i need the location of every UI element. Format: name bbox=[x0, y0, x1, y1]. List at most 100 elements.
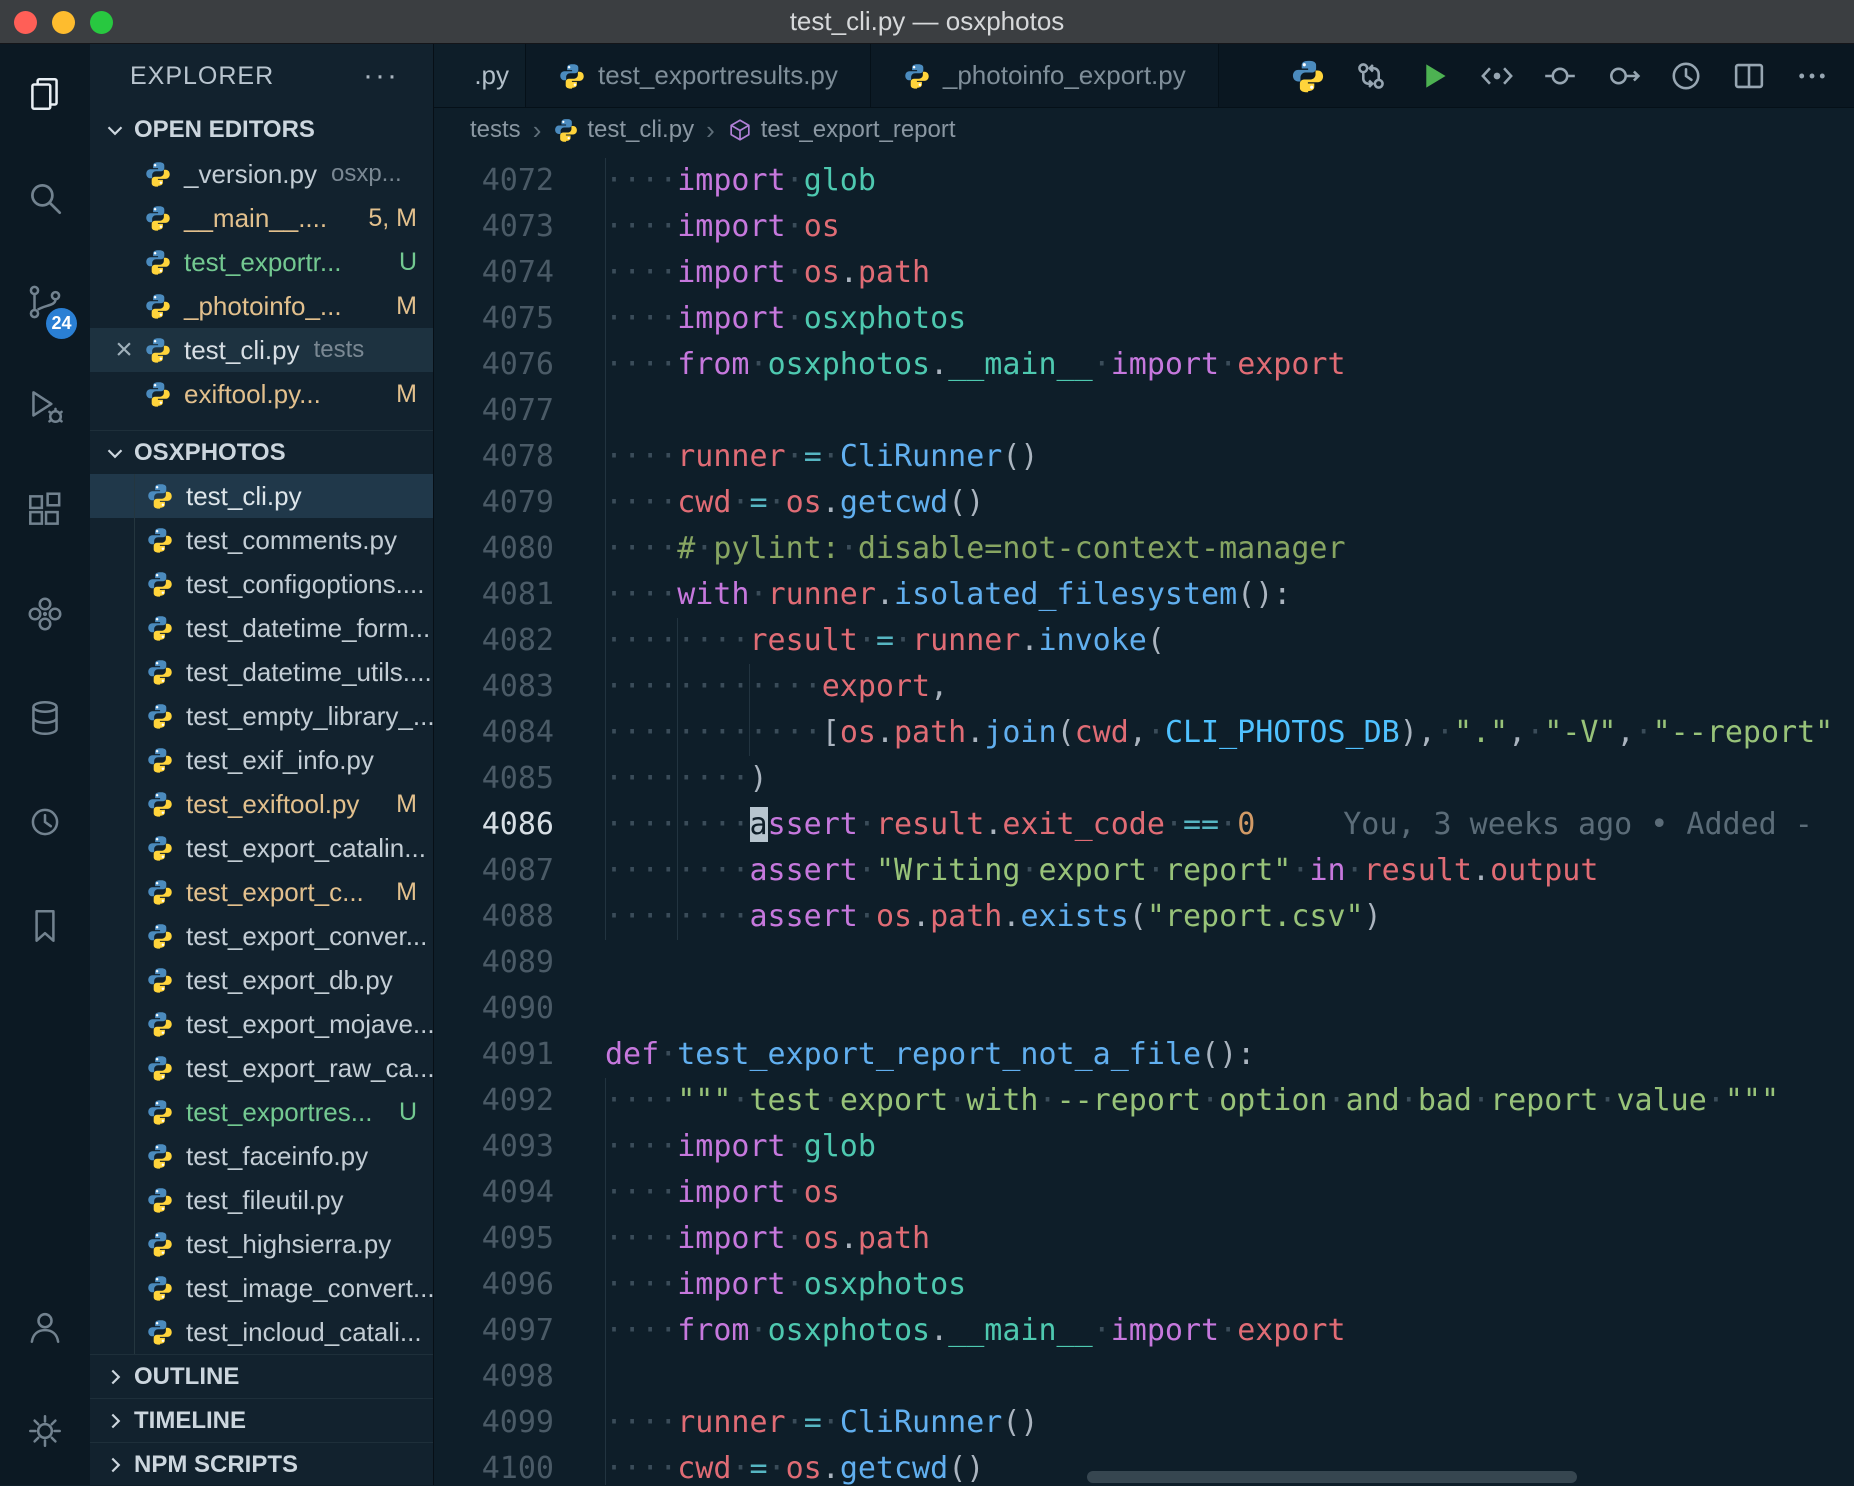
tab-test_exportresults.py[interactable]: test_exportresults.py bbox=[526, 44, 871, 107]
file-list-item[interactable]: test_export_catalin... bbox=[90, 826, 433, 870]
line-number[interactable]: 4090 bbox=[434, 986, 605, 1032]
code-line-content[interactable]: ········assert·result.exit_code·==·0You,… bbox=[605, 802, 1854, 848]
line-number[interactable]: 4097 bbox=[434, 1308, 605, 1354]
project-section-header[interactable]: OSXPHOTOS bbox=[90, 430, 433, 474]
file-list-item[interactable]: test_export_c...M bbox=[90, 870, 433, 914]
line-number[interactable]: 4079 bbox=[434, 480, 605, 526]
code-line-content[interactable]: ····import·os.path bbox=[605, 250, 1854, 296]
code-line-content[interactable]: ····from·osxphotos.__main__·import·expor… bbox=[605, 342, 1854, 388]
line-number[interactable]: 4083 bbox=[434, 664, 605, 710]
close-icon[interactable]: × bbox=[104, 333, 144, 367]
code-line-content[interactable]: ····import·osxphotos bbox=[605, 296, 1854, 342]
section-timeline[interactable]: TIMELINE bbox=[90, 1398, 433, 1442]
file-list-item[interactable]: test_faceinfo.py bbox=[90, 1134, 433, 1178]
code-line[interactable]: 4084············[os.path.join(cwd,·CLI_P… bbox=[434, 710, 1854, 756]
code-line[interactable]: 4093····import·glob bbox=[434, 1124, 1854, 1170]
file-history-icon[interactable] bbox=[1668, 58, 1704, 94]
code-line-content[interactable] bbox=[605, 986, 1854, 1032]
clock-activity-button[interactable] bbox=[0, 772, 90, 876]
code-line[interactable]: 4099····runner·=·CliRunner() bbox=[434, 1400, 1854, 1446]
code-line[interactable]: 4092····"""·test·export·with·--report·op… bbox=[434, 1078, 1854, 1124]
code-line-content[interactable]: ········result·=·runner.invoke( bbox=[605, 618, 1854, 664]
line-number[interactable]: 4098 bbox=[434, 1354, 605, 1400]
code-line[interactable]: 4072····import·glob bbox=[434, 158, 1854, 204]
code-line[interactable]: 4098 bbox=[434, 1354, 1854, 1400]
code-line-content[interactable]: ····import·glob bbox=[605, 1124, 1854, 1170]
line-number[interactable]: 4095 bbox=[434, 1216, 605, 1262]
line-number[interactable]: 4092 bbox=[434, 1078, 605, 1124]
code-line-content[interactable]: ····import·os.path bbox=[605, 1216, 1854, 1262]
arrow-circle-icon[interactable] bbox=[1605, 58, 1641, 94]
file-list-item[interactable]: test_cli.py bbox=[90, 474, 433, 518]
line-number[interactable]: 4082 bbox=[434, 618, 605, 664]
angle-dot-icon[interactable] bbox=[1479, 58, 1515, 94]
file-list-item[interactable]: test_datetime_utils.... bbox=[90, 650, 433, 694]
line-number[interactable]: 4081 bbox=[434, 572, 605, 618]
breadcrumb-test_cli.py[interactable]: test_cli.py bbox=[553, 116, 694, 144]
code-line[interactable]: 4079····cwd·=·os.getcwd() bbox=[434, 480, 1854, 526]
code-line[interactable]: 4094····import·os bbox=[434, 1170, 1854, 1216]
code-line-content[interactable]: ····cwd·=·os.getcwd() bbox=[605, 480, 1854, 526]
code-line-content[interactable] bbox=[605, 388, 1854, 434]
code-line-content[interactable]: ····import·os bbox=[605, 1170, 1854, 1216]
code-line[interactable]: 4082········result·=·runner.invoke( bbox=[434, 618, 1854, 664]
code-line[interactable]: 4073····import·os bbox=[434, 204, 1854, 250]
search-activity-button[interactable] bbox=[0, 148, 90, 252]
file-list-item[interactable]: test_exif_info.py bbox=[90, 738, 433, 782]
explorer-activity-button[interactable] bbox=[0, 44, 90, 148]
code-line-content[interactable]: ············[os.path.join(cwd,·CLI_PHOTO… bbox=[605, 710, 1854, 756]
database-activity-button[interactable] bbox=[0, 668, 90, 772]
more-actions-icon[interactable] bbox=[1794, 58, 1830, 94]
open-editor-item[interactable]: ×_photoinfo_...M bbox=[90, 284, 433, 328]
line-number[interactable]: 4099 bbox=[434, 1400, 605, 1446]
code-line-content[interactable]: ········assert·"Writing·export·report"·i… bbox=[605, 848, 1854, 894]
section-npm-scripts[interactable]: NPM SCRIPTS bbox=[90, 1442, 433, 1485]
account-activity-button[interactable] bbox=[0, 1277, 90, 1381]
horizontal-scrollbar[interactable] bbox=[1087, 1471, 1577, 1483]
file-list-item[interactable]: test_image_convert... bbox=[90, 1266, 433, 1310]
file-list-item[interactable]: test_export_db.py bbox=[90, 958, 433, 1002]
extensions-activity-button[interactable] bbox=[0, 460, 90, 564]
file-list-item[interactable]: test_export_mojave... bbox=[90, 1002, 433, 1046]
line-number[interactable]: 4096 bbox=[434, 1262, 605, 1308]
code-line-content[interactable]: ····import·osxphotos bbox=[605, 1262, 1854, 1308]
code-line[interactable]: 4075····import·osxphotos bbox=[434, 296, 1854, 342]
code-line[interactable]: 4088········assert·os.path.exists("repor… bbox=[434, 894, 1854, 940]
code-line-content[interactable]: def·test_export_report_not_a_file(): bbox=[605, 1032, 1854, 1078]
code-line-content[interactable] bbox=[605, 940, 1854, 986]
file-list-item[interactable]: test_empty_library_... bbox=[90, 694, 433, 738]
open-editor-item[interactable]: ×exiftool.py...M bbox=[90, 372, 433, 416]
code-line[interactable]: 4095····import·os.path bbox=[434, 1216, 1854, 1262]
line-number[interactable]: 4094 bbox=[434, 1170, 605, 1216]
code-line-content[interactable]: ····from·osxphotos.__main__·import·expor… bbox=[605, 1308, 1854, 1354]
bookmark-activity-button[interactable] bbox=[0, 876, 90, 980]
file-list-item[interactable]: test_comments.py bbox=[90, 518, 433, 562]
file-list-item[interactable]: test_export_conver... bbox=[90, 914, 433, 958]
line-number[interactable]: 4075 bbox=[434, 296, 605, 342]
line-number[interactable]: 4088 bbox=[434, 894, 605, 940]
open-editor-item[interactable]: ×test_exportr...U bbox=[90, 240, 433, 284]
line-number[interactable]: 4080 bbox=[434, 526, 605, 572]
run-file-icon[interactable] bbox=[1416, 58, 1452, 94]
open-editor-item[interactable]: ×_version.pyosxp... bbox=[90, 152, 433, 196]
code-line-content[interactable]: ····#·pylint:·disable=not-context-manage… bbox=[605, 526, 1854, 572]
compare-changes-icon[interactable] bbox=[1353, 58, 1389, 94]
line-number[interactable]: 4093 bbox=[434, 1124, 605, 1170]
dash-circle-icon[interactable] bbox=[1542, 58, 1578, 94]
explorer-more-actions-icon[interactable]: ··· bbox=[363, 66, 399, 86]
line-number[interactable]: 4072 bbox=[434, 158, 605, 204]
code-line[interactable]: 4096····import·osxphotos bbox=[434, 1262, 1854, 1308]
code-line[interactable]: 4078····runner·=·CliRunner() bbox=[434, 434, 1854, 480]
open-editor-item[interactable]: ×test_cli.pytests bbox=[90, 328, 433, 372]
line-number[interactable]: 4074 bbox=[434, 250, 605, 296]
code-line[interactable]: 4077 bbox=[434, 388, 1854, 434]
code-line[interactable]: 4080····#·pylint:·disable=not-context-ma… bbox=[434, 526, 1854, 572]
breadcrumb-tests[interactable]: tests bbox=[470, 116, 521, 144]
line-number[interactable]: 4078 bbox=[434, 434, 605, 480]
line-number[interactable]: 4091 bbox=[434, 1032, 605, 1078]
file-list-item[interactable]: test_incloud_catali... bbox=[90, 1310, 433, 1354]
code-editor[interactable]: 4072····import·glob4073····import·os4074… bbox=[434, 152, 1854, 1485]
line-number[interactable]: 4073 bbox=[434, 204, 605, 250]
code-line[interactable]: 4076····from·osxphotos.__main__·import·e… bbox=[434, 342, 1854, 388]
code-line-content[interactable]: ····with·runner.isolated_filesystem(): bbox=[605, 572, 1854, 618]
